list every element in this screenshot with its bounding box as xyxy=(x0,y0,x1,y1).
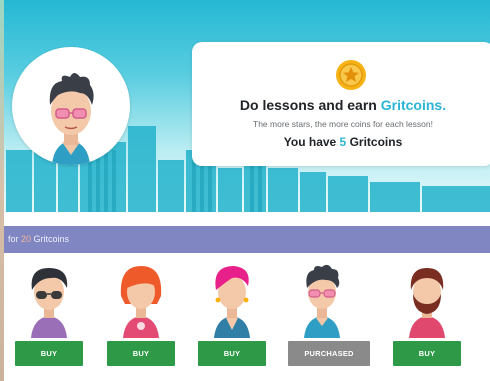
shop-item-5: BUY xyxy=(393,258,473,376)
purchased-button[interactable]: PURCHASED xyxy=(288,341,370,366)
star-coin-icon xyxy=(336,60,366,90)
balance-text: You have 5 Gritcoins xyxy=(192,135,490,149)
avatar-orange-hair-icon xyxy=(120,266,162,338)
avatar-dark-hair-glasses-icon xyxy=(31,268,68,338)
stars-hint: The more stars, the more coins for each … xyxy=(253,119,433,129)
shop-item-3: BUY xyxy=(198,258,278,376)
buy-button[interactable]: BUY xyxy=(15,341,83,366)
balance-suffix: Gritcoins xyxy=(346,135,403,149)
shop-item-1: BUY xyxy=(15,258,95,376)
avatar-bearded-icon xyxy=(409,268,445,338)
avatar-spiky-hair-pink-glasses-icon xyxy=(304,264,340,338)
avatar-shop: BUY BUY BUY PURCHASED BUY xyxy=(0,258,490,381)
profile-avatar[interactable] xyxy=(12,47,130,165)
avatar-pink-hair-icon xyxy=(214,266,250,338)
profile-avatar-icon xyxy=(49,73,94,165)
shop-item-4: PURCHASED xyxy=(288,258,370,376)
balance-prefix: You have xyxy=(283,135,340,149)
gritcoins-accent: Gritcoins. xyxy=(380,97,447,113)
earn-info-card: Do lessons and earn Gritcoins. The more … xyxy=(192,42,490,166)
price-prefix: for xyxy=(8,234,22,244)
price-suffix: Gritcoins xyxy=(31,234,70,244)
price-label: for 20 Gritcoins xyxy=(8,234,69,244)
earn-headline: Do lessons and earn Gritcoins. xyxy=(192,97,490,113)
price-value: 20 xyxy=(21,234,32,244)
hero-banner: Do lessons and earn Gritcoins. The more … xyxy=(4,0,490,212)
price-band: for 20 Gritcoins xyxy=(4,226,490,253)
buy-button[interactable]: BUY xyxy=(107,341,175,366)
buy-button[interactable]: BUY xyxy=(198,341,266,366)
earn-headline-text: Do lessons and earn xyxy=(239,97,381,113)
buy-button[interactable]: BUY xyxy=(393,341,461,366)
shop-item-2: BUY xyxy=(107,258,187,376)
